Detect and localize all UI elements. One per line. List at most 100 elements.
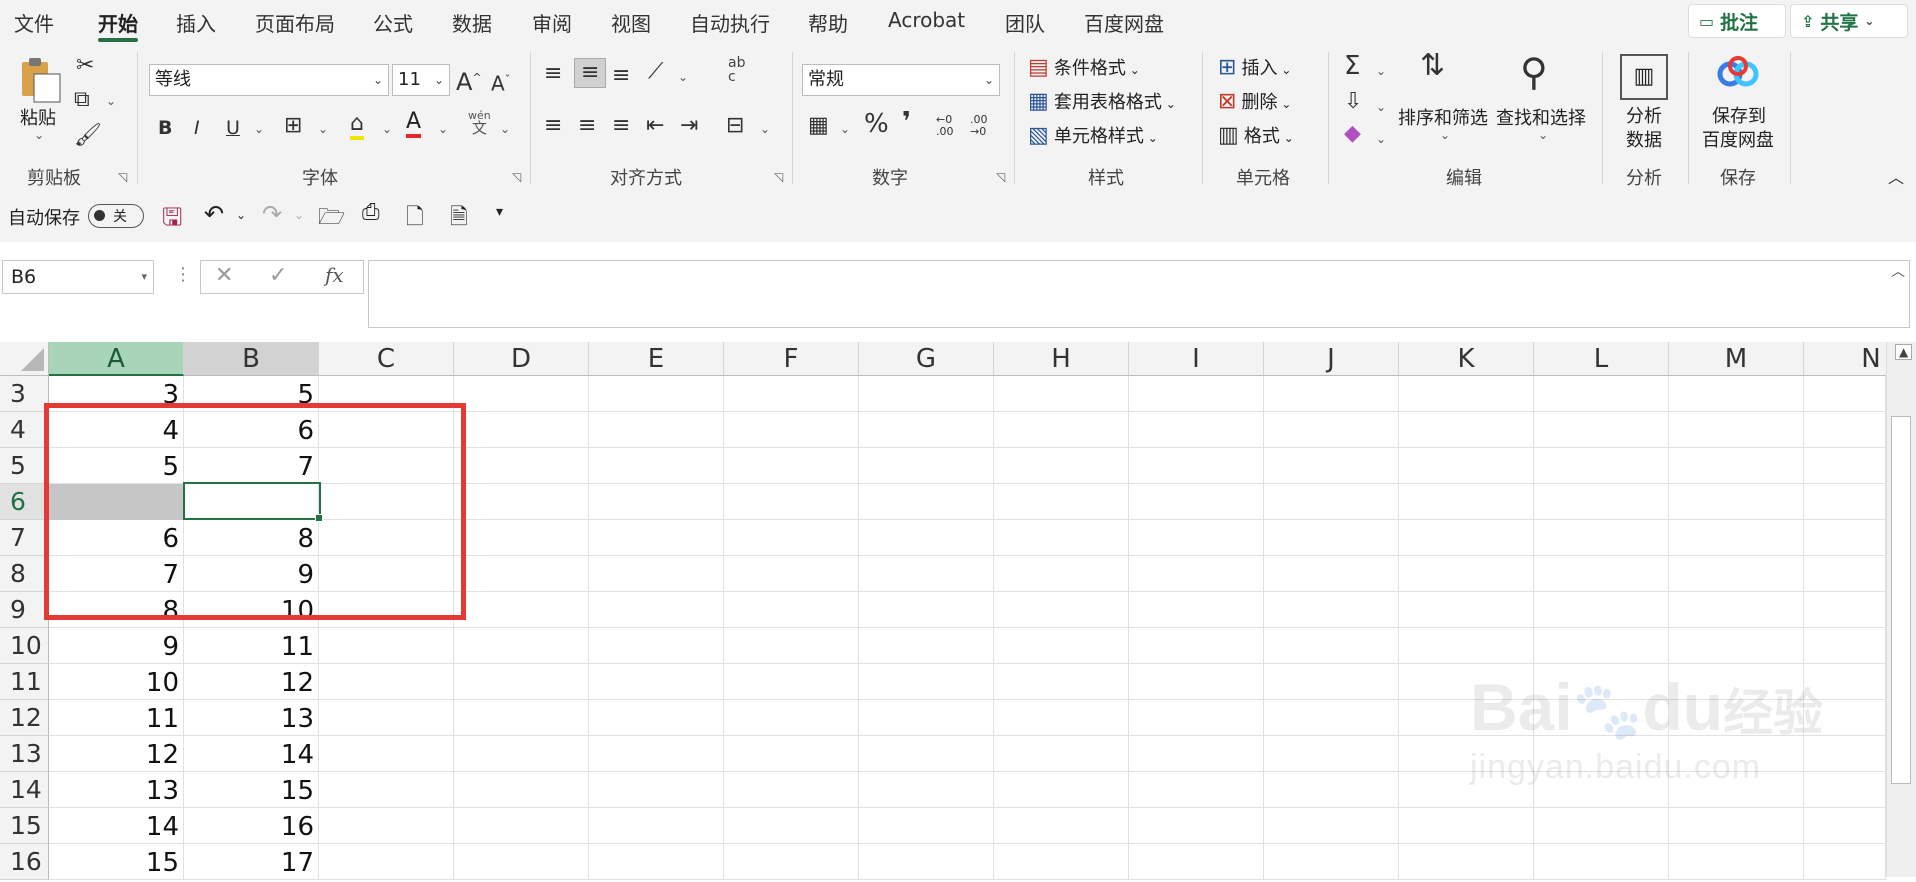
cell-j15[interactable] bbox=[1264, 808, 1399, 844]
row-header[interactable]: 15 bbox=[0, 808, 49, 844]
cell-g11[interactable] bbox=[859, 664, 994, 700]
cell-l10[interactable] bbox=[1534, 628, 1669, 664]
cell-h4[interactable] bbox=[994, 412, 1129, 448]
cell-g7[interactable] bbox=[859, 520, 994, 556]
cell-m11[interactable] bbox=[1669, 664, 1804, 700]
cell-e5[interactable] bbox=[589, 448, 724, 484]
select-all-button[interactable] bbox=[0, 342, 49, 376]
cell-i10[interactable] bbox=[1129, 628, 1264, 664]
cell-n6[interactable] bbox=[1804, 484, 1886, 520]
cell-l12[interactable] bbox=[1534, 700, 1669, 736]
cell-i3[interactable] bbox=[1129, 376, 1264, 412]
row-header[interactable]: 5 bbox=[0, 448, 49, 484]
cell-g9[interactable] bbox=[859, 592, 994, 628]
cell-l14[interactable] bbox=[1534, 772, 1669, 808]
chevron-down-icon[interactable]: ⌄ bbox=[34, 128, 44, 142]
tab-team[interactable]: 团队 bbox=[1005, 8, 1045, 37]
column-header-k[interactable]: K bbox=[1399, 342, 1534, 376]
phonetic-guide-icon[interactable]: wén 文 bbox=[468, 110, 491, 136]
cell-k6[interactable] bbox=[1399, 484, 1534, 520]
cell-i16[interactable] bbox=[1129, 844, 1264, 880]
format-as-table-button[interactable]: ▦ 套用表格格式 ⌄ bbox=[1028, 88, 1176, 114]
column-header-g[interactable]: G bbox=[859, 342, 994, 376]
cell-d9[interactable] bbox=[454, 592, 589, 628]
cell-f6[interactable] bbox=[724, 484, 859, 520]
tab-formulas[interactable]: 公式 bbox=[373, 8, 413, 37]
save-icon[interactable]: 🖫 bbox=[162, 200, 182, 241]
cell-f9[interactable] bbox=[724, 592, 859, 628]
cell-n10[interactable] bbox=[1804, 628, 1886, 664]
chevron-down-icon[interactable]: ⌄ bbox=[382, 122, 392, 136]
increase-decimal-icon[interactable]: ←0.00 bbox=[936, 114, 954, 138]
cell-a15[interactable]: 14 bbox=[49, 808, 184, 844]
align-top-icon[interactable]: ≡ bbox=[544, 62, 562, 86]
dialog-launcher-icon[interactable]: ◹ bbox=[118, 170, 127, 184]
insert-cells-button[interactable]: ⊞ 插入 ⌄ bbox=[1218, 54, 1291, 80]
cell-j10[interactable] bbox=[1264, 628, 1399, 664]
cell-c15[interactable] bbox=[319, 808, 454, 844]
analyze-data-icon[interactable]: ▥ bbox=[1620, 54, 1668, 100]
autosum-button[interactable]: Σ bbox=[1344, 53, 1360, 79]
cell-k9[interactable] bbox=[1399, 592, 1534, 628]
cell-b13[interactable]: 14 bbox=[184, 736, 319, 772]
cell-i8[interactable] bbox=[1129, 556, 1264, 592]
baidu-netdisk-icon[interactable] bbox=[1716, 56, 1760, 96]
cell-g6[interactable] bbox=[859, 484, 994, 520]
cell-h7[interactable] bbox=[994, 520, 1129, 556]
cut-icon[interactable]: ✂ bbox=[76, 54, 94, 78]
cell-i5[interactable] bbox=[1129, 448, 1264, 484]
tab-file[interactable]: 文件 bbox=[14, 8, 54, 37]
accounting-format-icon[interactable]: ▦ bbox=[808, 114, 829, 138]
bold-button[interactable]: B bbox=[158, 116, 172, 140]
chevron-down-icon[interactable]: ⌄ bbox=[840, 122, 850, 136]
format-painter-icon[interactable]: 🖌 bbox=[74, 124, 102, 148]
cell-j4[interactable] bbox=[1264, 412, 1399, 448]
cell-j14[interactable] bbox=[1264, 772, 1399, 808]
paste-button[interactable] bbox=[18, 56, 62, 103]
cell-n5[interactable] bbox=[1804, 448, 1886, 484]
cell-h9[interactable] bbox=[994, 592, 1129, 628]
collapse-ribbon-icon[interactable]: ︿ bbox=[1888, 164, 1904, 188]
tab-home[interactable]: 开始 bbox=[98, 8, 138, 37]
cell-f11[interactable] bbox=[724, 664, 859, 700]
cell-d7[interactable] bbox=[454, 520, 589, 556]
cell-a11[interactable]: 10 bbox=[49, 664, 184, 700]
cell-n7[interactable] bbox=[1804, 520, 1886, 556]
cell-j11[interactable] bbox=[1264, 664, 1399, 700]
column-header-h[interactable]: H bbox=[994, 342, 1129, 376]
analyze-data-label-2[interactable]: 数据 bbox=[1626, 126, 1662, 152]
number-format-combo[interactable]: 常规 ⌄ bbox=[802, 64, 1000, 96]
cell-b10[interactable]: 11 bbox=[184, 628, 319, 664]
cell-e7[interactable] bbox=[589, 520, 724, 556]
cell-d11[interactable] bbox=[454, 664, 589, 700]
cell-e15[interactable] bbox=[589, 808, 724, 844]
sort-filter-button[interactable]: 排序和筛选 bbox=[1398, 104, 1488, 130]
dialog-launcher-icon[interactable]: ◹ bbox=[512, 170, 521, 184]
cell-l6[interactable] bbox=[1534, 484, 1669, 520]
cell-b14[interactable]: 15 bbox=[184, 772, 319, 808]
row-header[interactable]: 7 bbox=[0, 520, 49, 556]
cell-h3[interactable] bbox=[994, 376, 1129, 412]
cell-b15[interactable]: 16 bbox=[184, 808, 319, 844]
row-header[interactable]: 10 bbox=[0, 628, 49, 664]
chevron-down-icon[interactable]: ⌄ bbox=[294, 208, 304, 222]
cell-a10[interactable]: 9 bbox=[49, 628, 184, 664]
collapse-formula-bar-icon[interactable]: ︿ bbox=[1891, 261, 1905, 281]
conditional-formatting-button[interactable]: ▤ 条件格式 ⌄ bbox=[1028, 54, 1140, 80]
cell-k7[interactable] bbox=[1399, 520, 1534, 556]
decrease-indent-icon[interactable]: ⇤ bbox=[646, 114, 664, 138]
italic-button[interactable]: I bbox=[194, 116, 200, 140]
scroll-up-icon[interactable]: ▲ bbox=[1895, 344, 1913, 360]
cell-c12[interactable] bbox=[319, 700, 454, 736]
cell-j12[interactable] bbox=[1264, 700, 1399, 736]
cell-b12[interactable]: 13 bbox=[184, 700, 319, 736]
cell-i9[interactable] bbox=[1129, 592, 1264, 628]
column-header-e[interactable]: E bbox=[589, 342, 724, 376]
search-icon[interactable]: ⚲ bbox=[1520, 50, 1548, 94]
new-document-icon[interactable]: 🗋 bbox=[406, 200, 424, 238]
cell-e11[interactable] bbox=[589, 664, 724, 700]
row-header[interactable]: 14 bbox=[0, 772, 49, 808]
cell-n14[interactable] bbox=[1804, 772, 1886, 808]
cell-n4[interactable] bbox=[1804, 412, 1886, 448]
cell-f3[interactable] bbox=[724, 376, 859, 412]
